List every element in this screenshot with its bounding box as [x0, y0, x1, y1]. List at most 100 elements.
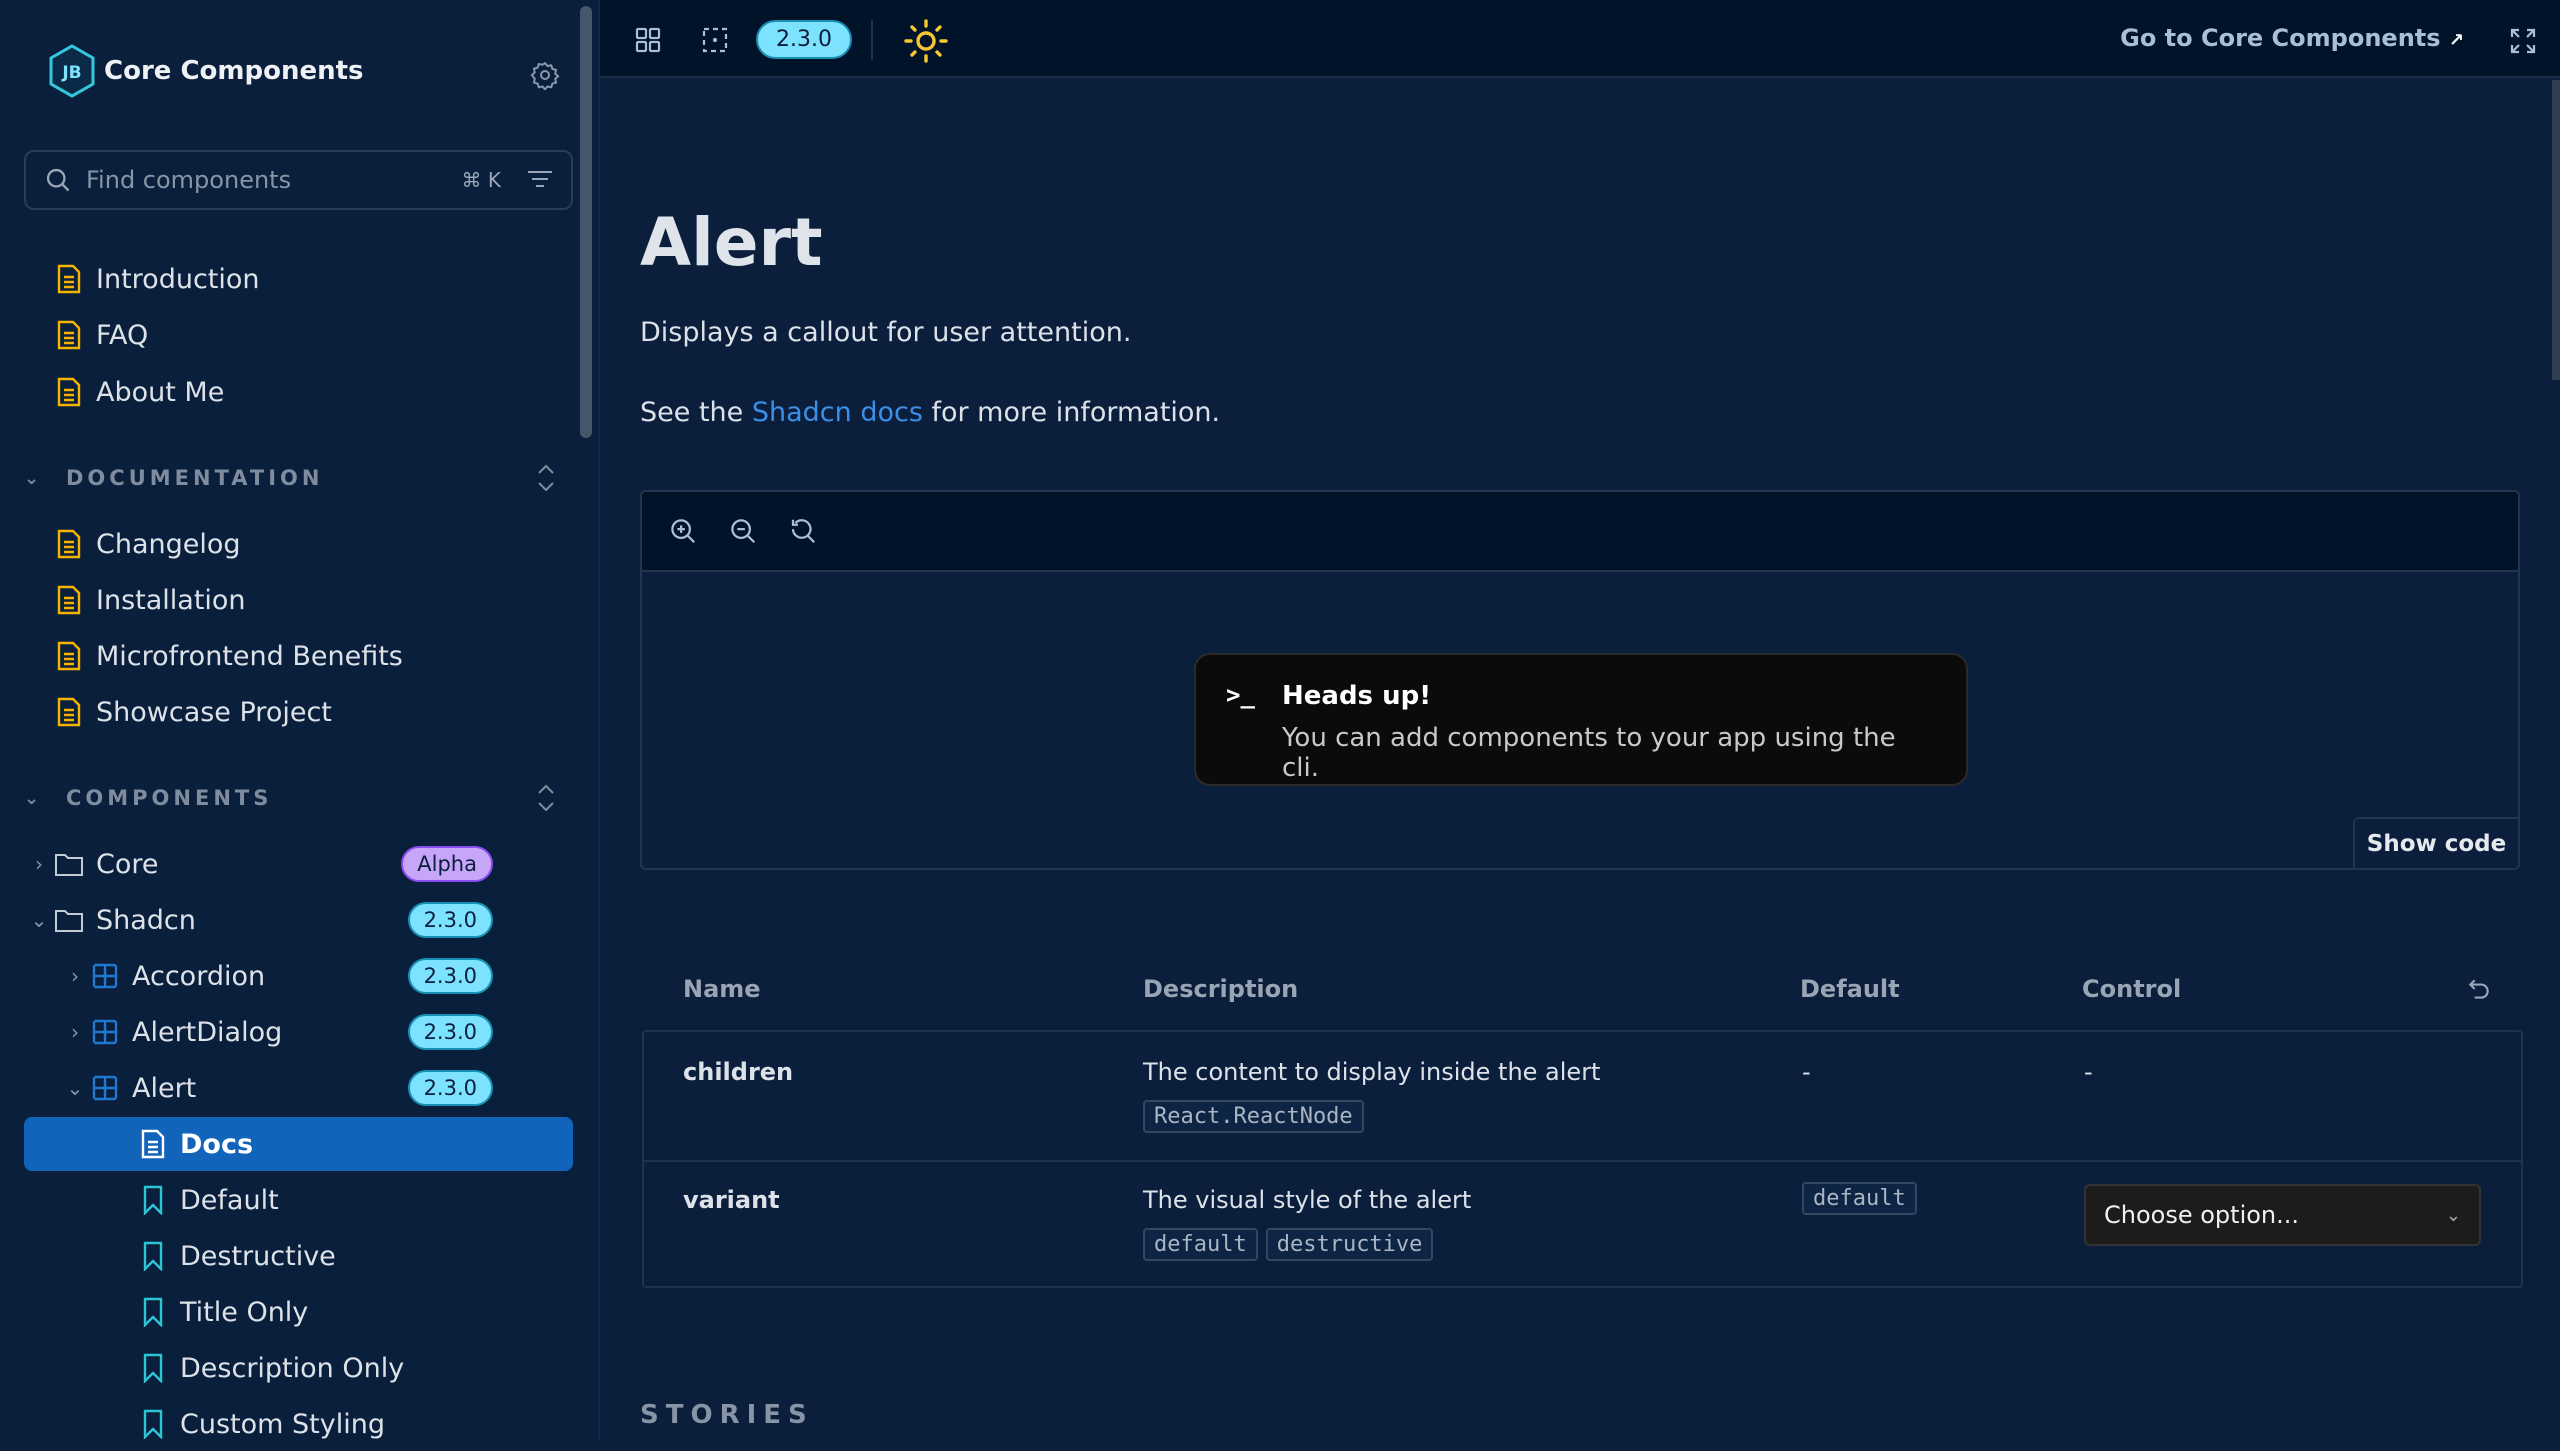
main-scrollbar[interactable] [2552, 80, 2560, 1440]
sidebar-scrollbar[interactable] [580, 6, 592, 438]
sidebar-item-about-me[interactable]: About Me [24, 365, 573, 419]
item-label: Alert [132, 1073, 196, 1104]
bookmark-icon [138, 1409, 168, 1439]
chevron-down-icon: ⌄ [24, 468, 54, 489]
column-header-description: Description [1143, 975, 1298, 1003]
sidebar-item-alert[interactable]: ⌄ Alert 2.3.0 [24, 1061, 573, 1115]
outline-icon[interactable] [702, 27, 728, 53]
sidebar-item-accordion[interactable]: ›Accordion2.3.0 [24, 949, 573, 1003]
document-icon [54, 641, 84, 671]
prop-control: - [2084, 1058, 2093, 1086]
main-content: Alert Displays a callout for user attent… [600, 80, 2560, 1440]
section-components[interactable]: ⌄ COMPONENTS [24, 778, 573, 818]
type-tag: destructive [1266, 1228, 1434, 1261]
search-input[interactable] [86, 166, 462, 194]
item-label: Accordion [132, 961, 265, 992]
prop-description: The visual style of the alert [1143, 1186, 1471, 1214]
shadcn-docs-link[interactable]: Shadcn docs [752, 397, 923, 428]
app-title: Core Components [104, 56, 364, 86]
item-label: Introduction [96, 264, 260, 295]
sidebar-item-alertdialog[interactable]: ›AlertDialog2.3.0 [24, 1005, 573, 1059]
bookmark-icon [138, 1353, 168, 1383]
chevron-down-icon: ⌄ [60, 1076, 90, 1100]
expand-collapse-icon[interactable] [535, 782, 557, 814]
filter-icon[interactable] [527, 169, 553, 191]
fullscreen-icon[interactable] [2510, 28, 2536, 54]
divider [871, 20, 873, 60]
zoom-in-icon[interactable] [668, 516, 698, 546]
reset-controls-icon[interactable] [2466, 977, 2492, 1003]
chevron-right-icon: › [60, 964, 90, 988]
toolbar: 2.3.0 Go to Core Components ↗ [600, 0, 2560, 78]
sidebar-item-docs[interactable]: Docs [24, 1117, 573, 1171]
chevron-right-icon: › [24, 852, 54, 876]
show-code-button[interactable]: Show code [2353, 817, 2518, 868]
document-icon [54, 697, 84, 727]
variant-select[interactable]: Choose option...⌄ [2084, 1184, 2481, 1246]
sidebar-item-installation[interactable]: Installation [24, 573, 573, 627]
prop-description: The content to display inside the alert [1143, 1058, 1600, 1086]
sidebar-item-introduction[interactable]: Introduction [24, 252, 573, 306]
item-label: Installation [96, 585, 246, 616]
bookmark-icon [138, 1241, 168, 1271]
chevron-down-icon: ⌄ [24, 908, 54, 932]
text: for more information. [923, 397, 1220, 428]
section-documentation[interactable]: ⌄ DOCUMENTATION [24, 458, 573, 498]
sidebar-item-shadcn[interactable]: ⌄Shadcn2.3.0 [24, 893, 573, 947]
version-badge: 2.3.0 [408, 1070, 493, 1106]
item-label: Microfrontend Benefits [96, 641, 403, 672]
prop-default: - [1802, 1058, 1811, 1086]
go-to-core-components-link[interactable]: Go to Core Components ↗ [2120, 24, 2464, 52]
type-tag: default [1143, 1228, 1258, 1261]
page-title: Alert [640, 204, 823, 281]
link-label: Go to Core Components [2120, 24, 2440, 52]
item-label: Title Only [180, 1297, 308, 1328]
grid-icon[interactable] [635, 27, 661, 53]
expand-collapse-icon[interactable] [535, 462, 557, 494]
sidebar-item-story-custom-styling[interactable]: Custom Styling [24, 1397, 573, 1451]
text: See the [640, 397, 752, 428]
sidebar-item-faq[interactable]: FAQ [24, 308, 573, 362]
component-icon [90, 1019, 120, 1045]
item-label: AlertDialog [132, 1017, 282, 1048]
stories-heading: STORIES [640, 1400, 814, 1430]
sidebar-item-changelog[interactable]: Changelog [24, 517, 573, 571]
version-badge[interactable]: 2.3.0 [756, 20, 852, 59]
reset-zoom-icon[interactable] [788, 516, 818, 546]
sun-icon[interactable] [904, 19, 948, 63]
item-label: Description Only [180, 1353, 404, 1384]
sidebar-item-story-default[interactable]: Default [24, 1173, 573, 1227]
preview-toolbar [642, 492, 2518, 572]
section-label: DOCUMENTATION [66, 466, 323, 490]
sidebar-item-story-destructive[interactable]: Destructive [24, 1229, 573, 1283]
document-icon [54, 529, 84, 559]
sidebar-item-core[interactable]: ›CoreAlpha [24, 837, 573, 891]
component-icon [90, 1075, 120, 1101]
sidebar-item-showcase-project[interactable]: Showcase Project [24, 685, 573, 739]
sidebar: JB Core Components ⌘ K Introduction FAQ … [0, 0, 600, 1440]
item-label: Default [180, 1185, 279, 1216]
document-icon [54, 320, 84, 350]
logo[interactable]: JB Core Components [48, 44, 364, 98]
document-icon [54, 264, 84, 294]
chevron-down-icon: ⌄ [24, 788, 54, 809]
document-icon [138, 1129, 168, 1159]
sidebar-item-story-description-only[interactable]: Description Only [24, 1341, 573, 1395]
search-box[interactable]: ⌘ K [24, 150, 573, 210]
page-description: Displays a callout for user attention. [640, 317, 1131, 348]
table-row: variant The visual style of the alert de… [644, 1160, 2521, 1288]
select-value: Choose option... [2104, 1201, 2299, 1229]
gear-icon[interactable] [530, 60, 560, 90]
sidebar-item-story-title-only[interactable]: Title Only [24, 1285, 573, 1339]
section-label: COMPONENTS [66, 786, 272, 810]
item-label: Shadcn [96, 905, 196, 936]
folder-icon [54, 908, 84, 932]
document-icon [54, 585, 84, 615]
item-label: FAQ [96, 320, 148, 351]
item-label: Destructive [180, 1241, 336, 1272]
status-badge: Alpha [401, 846, 493, 882]
column-header-name: Name [683, 975, 761, 1003]
zoom-out-icon[interactable] [728, 516, 758, 546]
sidebar-item-microfrontend-benefits[interactable]: Microfrontend Benefits [24, 629, 573, 683]
table-row: children The content to display inside t… [644, 1032, 2521, 1160]
